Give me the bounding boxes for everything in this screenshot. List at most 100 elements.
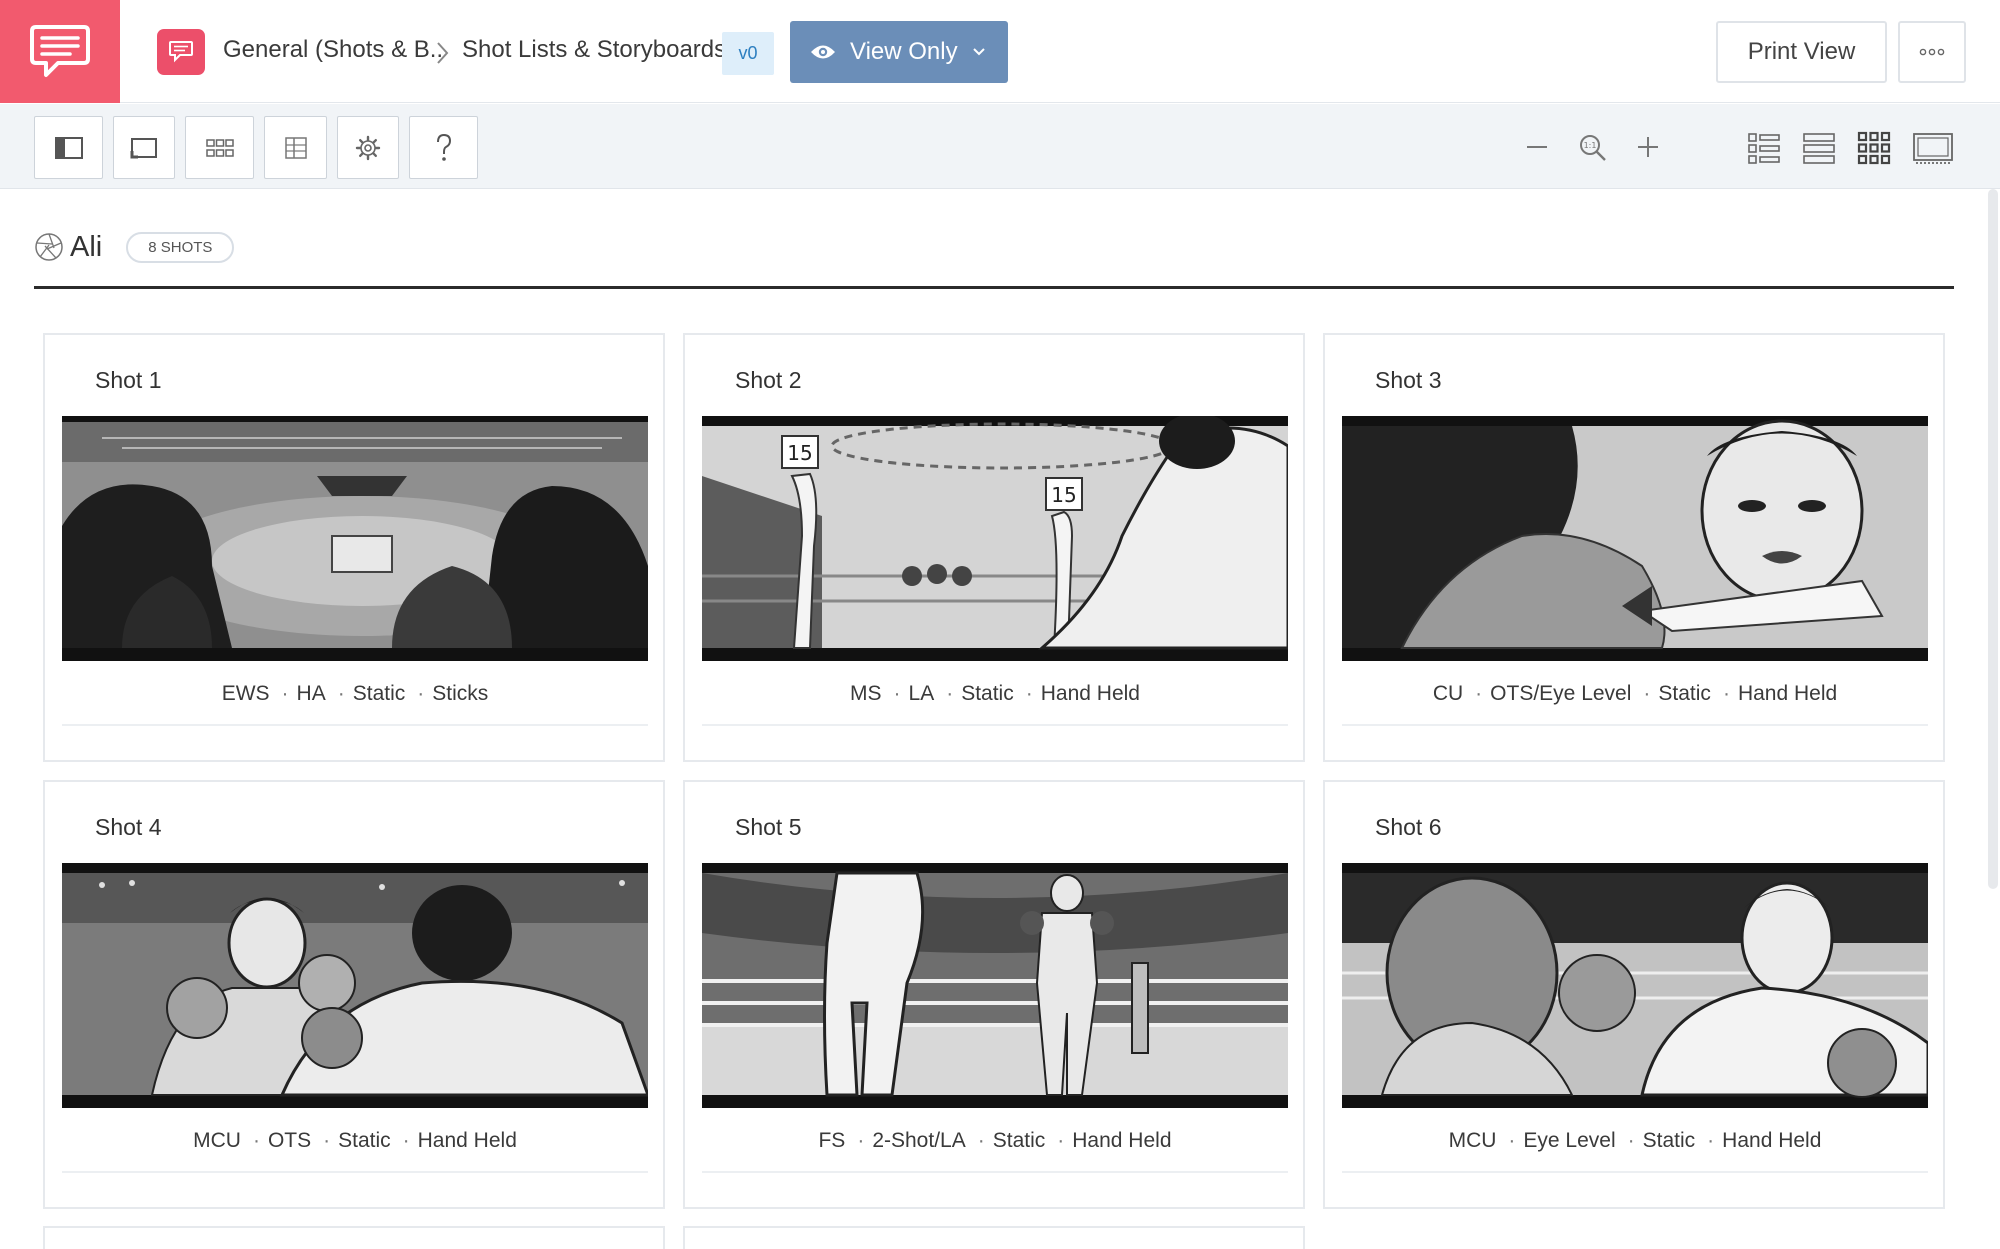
project-icon[interactable] bbox=[157, 29, 205, 75]
settings-button[interactable] bbox=[337, 116, 399, 179]
vertical-scrollbar[interactable] bbox=[1988, 189, 1998, 889]
separator-dot: · bbox=[1627, 1129, 1635, 1152]
shot-card[interactable]: Shot 5 FS · 2-Shot/LA · Static · Hand Held bbox=[683, 780, 1305, 1209]
separator-dot: · bbox=[893, 682, 901, 705]
breadcrumb-page[interactable]: Shot Lists & Storyboards bbox=[462, 36, 726, 64]
top-bar: General (Shots & B.. Shot Lists & Storyb… bbox=[0, 0, 2000, 103]
shot-card[interactable]: Shot 3 CU · OTS/Eye Level · Static · Hand Held bbox=[1323, 333, 1945, 762]
camera-movement-tag: Static bbox=[961, 682, 1014, 705]
more-options-button[interactable] bbox=[1898, 21, 1966, 83]
camera-equipment-tag: Sticks bbox=[432, 682, 489, 705]
chat-bubble-icon bbox=[30, 24, 90, 77]
separator-dot: · bbox=[1508, 1129, 1516, 1152]
grid-icon bbox=[205, 138, 234, 157]
shot-size-tag: MCU bbox=[1448, 1129, 1497, 1152]
camera-angle-tag: Eye Level bbox=[1523, 1129, 1616, 1152]
storyboard-image bbox=[62, 416, 648, 661]
help-button[interactable] bbox=[409, 116, 478, 179]
card-divider bbox=[62, 724, 648, 726]
zoom-in-icon[interactable] bbox=[1636, 135, 1660, 159]
shot-title: Shot 2 bbox=[735, 367, 802, 393]
camera-movement-tag: Static bbox=[1658, 682, 1711, 705]
separator-dot: · bbox=[323, 1129, 331, 1152]
chevron-down-icon bbox=[972, 48, 985, 56]
chevron-right-icon bbox=[437, 42, 449, 64]
separator-dot: · bbox=[252, 1129, 260, 1152]
storyboard-image bbox=[1342, 416, 1928, 661]
shot-size-tag: MCU bbox=[193, 1129, 241, 1152]
shot-card[interactable]: Shot 4 MCU · OTS · Static · Hand Held bbox=[43, 780, 665, 1209]
separator-dot: · bbox=[857, 1129, 865, 1152]
separator-dot: · bbox=[1722, 682, 1730, 705]
view-mode-dropdown[interactable]: View Only bbox=[790, 21, 1008, 83]
separator-dot: · bbox=[1707, 1129, 1715, 1152]
separator-dot: · bbox=[1643, 682, 1651, 705]
storyboard-frame[interactable] bbox=[62, 416, 648, 661]
aperture-icon bbox=[35, 233, 63, 261]
separator-dot: · bbox=[1025, 682, 1033, 705]
svg-text:1:1: 1:1 bbox=[1584, 141, 1597, 150]
shot-size-tag: CU bbox=[1432, 682, 1464, 705]
shot-card[interactable]: Shot 1 EWS · HA · Static · Sticks bbox=[43, 333, 665, 762]
storyboard-frame[interactable] bbox=[62, 863, 648, 1108]
shot-count-badge: 8 SHOTS bbox=[126, 231, 235, 263]
storyboard-frame[interactable] bbox=[702, 863, 1288, 1108]
shot-card[interactable]: Shot 2 15 15 MS · LA · Static · Hand Held bbox=[683, 333, 1305, 762]
camera-movement-tag: Static bbox=[992, 1129, 1046, 1152]
camera-movement-tag: Static bbox=[338, 1129, 391, 1152]
shot-title: Shot 5 bbox=[735, 814, 802, 840]
chat-bubble-icon bbox=[169, 41, 193, 63]
storyboard-frame[interactable] bbox=[1342, 863, 1928, 1108]
shot-title: Shot 4 bbox=[95, 814, 162, 840]
shot-card[interactable] bbox=[43, 1226, 665, 1249]
version-badge[interactable]: v0 bbox=[722, 32, 774, 75]
separator-dot: · bbox=[281, 682, 289, 705]
card-divider bbox=[1342, 1171, 1928, 1173]
shot-card[interactable]: Shot 6 MCU · Eye Level · Static · Hand Held bbox=[1323, 780, 1945, 1209]
shot-card[interactable] bbox=[683, 1226, 1305, 1249]
grid-view-icon[interactable] bbox=[1857, 131, 1891, 165]
shot-specs: CU · OTS/Eye Level · Static · Hand Held bbox=[1342, 682, 1928, 706]
shot-size-tag: MS bbox=[850, 682, 882, 705]
storyboard-toolbar: 1:1 bbox=[0, 104, 2000, 189]
storyboard-image bbox=[1342, 863, 1928, 1108]
storyboard-image: 15 15 bbox=[702, 416, 1288, 661]
camera-angle-tag: HA bbox=[296, 682, 326, 705]
camera-movement-tag: Static bbox=[1642, 1129, 1696, 1152]
round-card-number: 15 bbox=[1051, 483, 1076, 507]
breadcrumb-project[interactable]: General (Shots & B.. bbox=[223, 36, 443, 64]
row-view-icon[interactable] bbox=[1802, 131, 1836, 165]
shot-title: Shot 1 bbox=[95, 367, 162, 393]
print-view-button[interactable]: Print View bbox=[1716, 21, 1887, 83]
camera-equipment-tag: Hand Held bbox=[1072, 1129, 1172, 1152]
camera-angle-tag: OTS/Eye Level bbox=[1490, 682, 1632, 705]
storyboard-frame[interactable] bbox=[1342, 416, 1928, 661]
scene-header: Ali 8 SHOTS bbox=[34, 226, 235, 268]
toggle-sidebar-button[interactable] bbox=[34, 116, 103, 179]
zoom-reset-icon[interactable]: 1:1 bbox=[1578, 133, 1608, 163]
storyboard-frame[interactable]: 15 15 bbox=[702, 416, 1288, 661]
split-layout-button[interactable] bbox=[264, 116, 327, 179]
separator-dot: · bbox=[417, 682, 425, 705]
separator-dot: · bbox=[1475, 682, 1483, 705]
list-view-icon[interactable] bbox=[1747, 131, 1781, 165]
shot-title: Shot 3 bbox=[1375, 367, 1442, 393]
card-divider bbox=[1342, 724, 1928, 726]
storyboard-image bbox=[702, 863, 1288, 1108]
storyboard-image bbox=[62, 863, 648, 1108]
more-dots-icon bbox=[1919, 48, 1945, 56]
presentation-view-icon[interactable] bbox=[1912, 131, 1954, 165]
split-icon bbox=[284, 136, 307, 159]
gear-icon bbox=[355, 135, 381, 160]
shot-specs: MCU · Eye Level · Static · Hand Held bbox=[1342, 1129, 1928, 1153]
shot-specs: MCU · OTS · Static · Hand Held bbox=[62, 1129, 648, 1153]
brand-logo[interactable] bbox=[0, 0, 120, 103]
zoom-out-icon[interactable] bbox=[1525, 137, 1549, 157]
camera-movement-tag: Static bbox=[352, 682, 406, 705]
shot-size-tag: EWS bbox=[221, 682, 270, 705]
separator-dot: · bbox=[977, 1129, 985, 1152]
camera-equipment-tag: Hand Held bbox=[1737, 682, 1838, 705]
grid-layout-button[interactable] bbox=[185, 116, 254, 179]
frame-view-button[interactable] bbox=[113, 116, 175, 179]
separator-dot: · bbox=[1057, 1129, 1065, 1152]
